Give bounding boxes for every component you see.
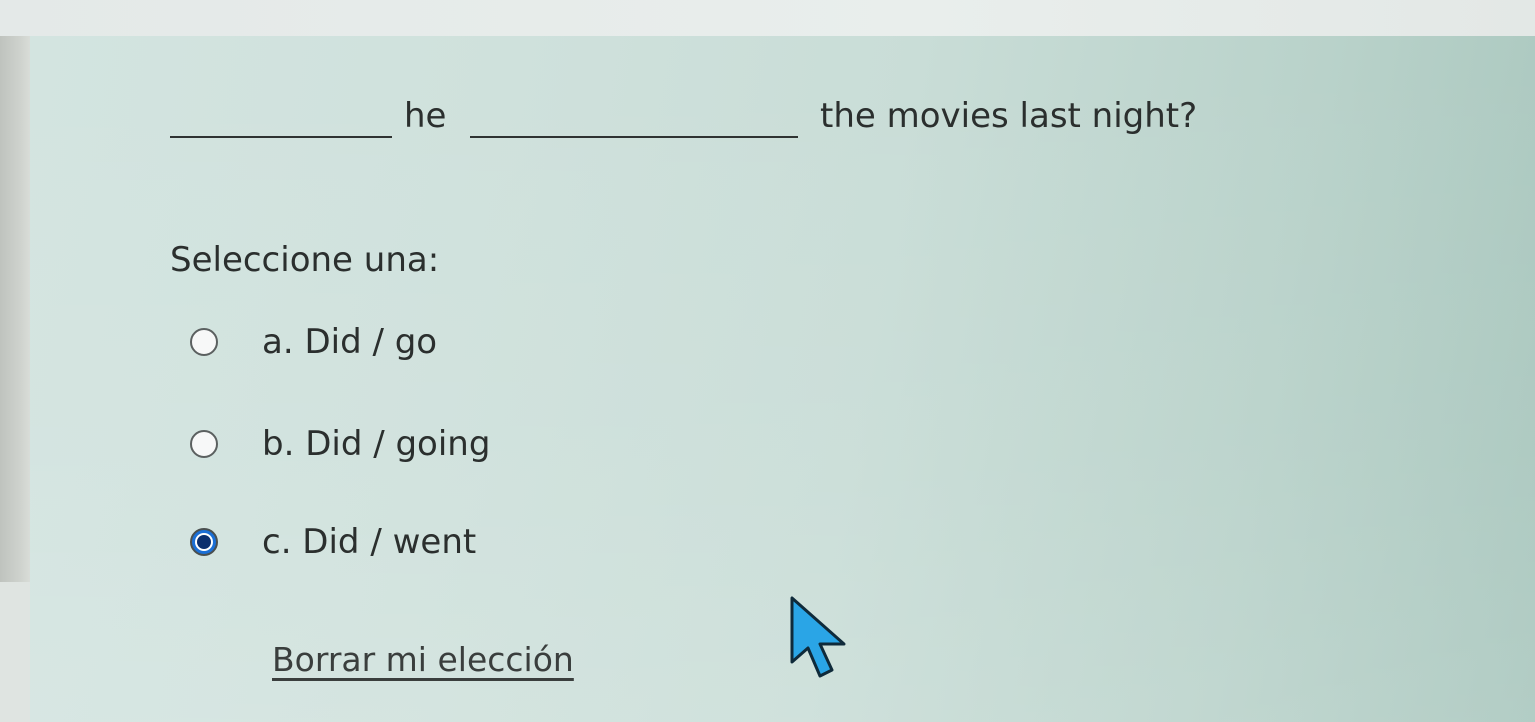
option-c[interactable]: c. Did / went (190, 522, 610, 572)
option-b-label: b. Did / going (262, 424, 491, 464)
clear-choice-link[interactable]: Borrar mi elección (272, 640, 574, 679)
option-a-label: a. Did / go (262, 322, 438, 362)
left-gutter (0, 36, 30, 582)
radio-option-b[interactable] (190, 430, 218, 458)
select-prompt: Seleccione una: (170, 240, 440, 280)
question-rest: the movies last night? (820, 96, 1198, 136)
question-panel (30, 36, 1535, 722)
question-word-he: he (404, 96, 447, 136)
radio-option-c[interactable] (190, 528, 218, 556)
option-c-label: c. Did / went (262, 522, 477, 562)
option-a[interactable]: a. Did / go (190, 322, 610, 372)
option-b[interactable]: b. Did / going (190, 424, 610, 474)
mouse-pointer-icon (790, 596, 846, 678)
answer-blank-1 (170, 136, 392, 138)
left-gutter-bottom (0, 582, 30, 722)
radio-option-a[interactable] (190, 328, 218, 356)
answer-blank-2 (470, 136, 798, 138)
